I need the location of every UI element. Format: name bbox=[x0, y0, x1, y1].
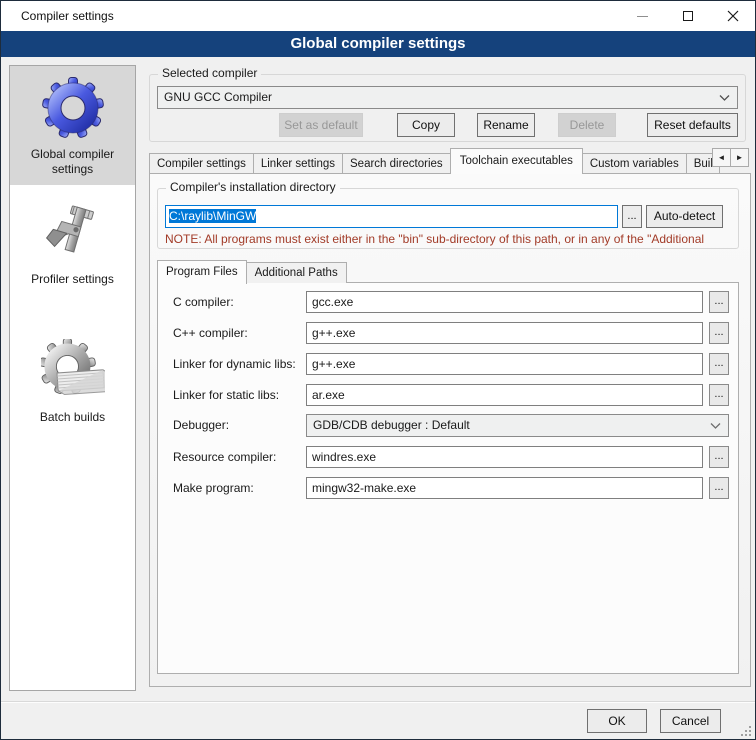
minimize-button[interactable] bbox=[620, 1, 665, 31]
tab-scroll-right-button[interactable]: ► bbox=[730, 148, 749, 167]
maximize-button[interactable] bbox=[665, 1, 710, 31]
sidebar-item-label: Global compiler settings bbox=[14, 147, 131, 177]
field-row-resource-compiler: Resource compiler: windres.exe ... bbox=[157, 446, 739, 471]
installation-dir-browse-button[interactable]: ... bbox=[622, 205, 642, 228]
static-linker-input[interactable]: ar.exe bbox=[306, 384, 703, 406]
subtab-additional-paths[interactable]: Additional Paths bbox=[246, 262, 347, 283]
tab-scroll-arrows: ◄ ► bbox=[713, 148, 749, 167]
titlebar[interactable]: Compiler settings bbox=[1, 1, 755, 31]
sidebar-item-label: Profiler settings bbox=[14, 272, 131, 287]
cpp-compiler-browse-button[interactable]: ... bbox=[709, 322, 729, 344]
debugger-select-value: GDB/CDB debugger : Default bbox=[313, 418, 470, 432]
gear-stack-icon bbox=[41, 339, 105, 403]
sidebar-item-batch-builds[interactable]: Batch builds bbox=[10, 329, 135, 433]
installation-dir-input[interactable]: C:\raylib\MinGW bbox=[165, 205, 618, 228]
window-controls bbox=[620, 1, 755, 31]
installation-dir-selected-text: C:\raylib\MinGW bbox=[169, 209, 256, 223]
delete-button[interactable]: Delete bbox=[558, 113, 616, 137]
sidebar-item-profiler-settings[interactable]: Profiler settings bbox=[10, 191, 135, 295]
tab-linker-settings[interactable]: Linker settings bbox=[253, 153, 343, 174]
tab-search-directories[interactable]: Search directories bbox=[342, 153, 451, 174]
field-label: Linker for dynamic libs: bbox=[173, 357, 296, 371]
minimize-icon bbox=[637, 16, 648, 17]
caliper-icon bbox=[41, 201, 105, 265]
scroll-left-icon: ◄ bbox=[718, 153, 726, 162]
compiler-tabs: Compiler settings Linker settings Search… bbox=[149, 147, 751, 174]
compiler-select[interactable]: GNU GCC Compiler bbox=[157, 86, 738, 109]
field-label: C++ compiler: bbox=[173, 326, 248, 340]
tab-toolchain-executables[interactable]: Toolchain executables bbox=[450, 148, 583, 174]
cancel-button[interactable]: Cancel bbox=[660, 709, 721, 733]
c-compiler-input[interactable]: gcc.exe bbox=[306, 291, 703, 313]
tab-custom-variables[interactable]: Custom variables bbox=[582, 153, 687, 174]
cpp-compiler-input[interactable]: g++.exe bbox=[306, 322, 703, 344]
field-row-make-program: Make program: mingw32-make.exe ... bbox=[157, 477, 739, 502]
sidebar-item-global-compiler-settings[interactable]: Global compiler settings bbox=[10, 66, 135, 185]
field-row-c-compiler: C compiler: gcc.exe ... bbox=[157, 291, 739, 316]
resource-compiler-browse-button[interactable]: ... bbox=[709, 446, 729, 468]
rename-button[interactable]: Rename bbox=[477, 113, 535, 137]
compiler-select-value: GNU GCC Compiler bbox=[164, 90, 272, 104]
static-linker-browse-button[interactable]: ... bbox=[709, 384, 729, 406]
make-program-input[interactable]: mingw32-make.exe bbox=[306, 477, 703, 499]
field-label: C compiler: bbox=[173, 295, 234, 309]
page-title: Global compiler settings bbox=[1, 31, 755, 57]
set-as-default-button[interactable]: Set as default bbox=[279, 113, 363, 137]
chevron-down-icon bbox=[710, 423, 721, 429]
sidebar-item-label: Batch builds bbox=[14, 410, 131, 425]
tab-scroll-left-button[interactable]: ◄ bbox=[712, 148, 731, 167]
auto-detect-button[interactable]: Auto-detect bbox=[646, 205, 723, 228]
installation-dir-group-label: Compiler's installation directory bbox=[166, 180, 340, 194]
note-text: NOTE: All programs must exist either in … bbox=[165, 232, 737, 246]
close-button[interactable] bbox=[710, 1, 755, 31]
ok-button[interactable]: OK bbox=[587, 709, 647, 733]
maximize-icon bbox=[683, 11, 693, 21]
debugger-select[interactable]: GDB/CDB debugger : Default bbox=[306, 414, 729, 437]
chevron-down-icon bbox=[719, 95, 730, 101]
field-row-debugger: Debugger: GDB/CDB debugger : Default bbox=[157, 414, 739, 439]
scroll-right-icon: ► bbox=[736, 153, 744, 162]
copy-button[interactable]: Copy bbox=[397, 113, 455, 137]
compiler-settings-dialog: Compiler settings Global compiler settin… bbox=[0, 0, 756, 740]
toolchain-subtabs: Program Files Additional Paths bbox=[157, 259, 346, 283]
close-icon bbox=[727, 10, 739, 22]
selected-compiler-group-label: Selected compiler bbox=[158, 66, 261, 80]
field-label: Make program: bbox=[173, 481, 254, 495]
field-label: Resource compiler: bbox=[173, 450, 276, 464]
resize-grip[interactable] bbox=[740, 725, 752, 737]
make-program-browse-button[interactable]: ... bbox=[709, 477, 729, 499]
reset-defaults-button[interactable]: Reset defaults bbox=[647, 113, 738, 137]
dynamic-linker-input[interactable]: g++.exe bbox=[306, 353, 703, 375]
dynamic-linker-browse-button[interactable]: ... bbox=[709, 353, 729, 375]
subtab-program-files[interactable]: Program Files bbox=[157, 260, 247, 284]
tab-compiler-settings[interactable]: Compiler settings bbox=[149, 153, 254, 174]
field-row-static-linker: Linker for static libs: ar.exe ... bbox=[157, 384, 739, 409]
sidebar: Global compiler settings Profiler bbox=[9, 65, 136, 691]
window-title: Compiler settings bbox=[21, 9, 114, 23]
field-label: Linker for static libs: bbox=[173, 388, 279, 402]
c-compiler-browse-button[interactable]: ... bbox=[709, 291, 729, 313]
field-label: Debugger: bbox=[173, 418, 229, 432]
footer-separator bbox=[1, 701, 755, 703]
field-row-dynamic-linker: Linker for dynamic libs: g++.exe ... bbox=[157, 353, 739, 378]
resource-compiler-input[interactable]: windres.exe bbox=[306, 446, 703, 468]
gear-blue-icon bbox=[41, 76, 105, 140]
field-row-cpp-compiler: C++ compiler: g++.exe ... bbox=[157, 322, 739, 347]
